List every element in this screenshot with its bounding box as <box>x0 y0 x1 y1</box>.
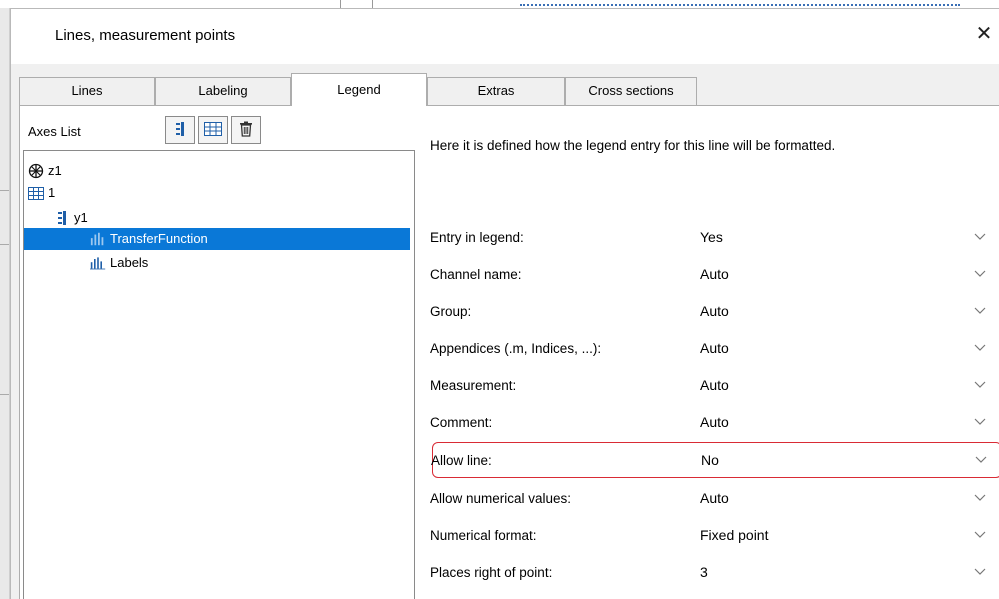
dropdown-value: Yes <box>700 229 723 245</box>
axes-tree[interactable]: z1 1 y1 TransferFunction Labels <box>23 150 415 599</box>
dropdown-value: Auto <box>700 490 729 506</box>
dropdown-value: Auto <box>700 266 729 282</box>
close-button[interactable]: ✕ <box>969 21 999 47</box>
dropdown-value: Fixed point <box>700 527 769 543</box>
dropdown-value: 3 <box>700 564 708 580</box>
property-row-comment: Comment: Auto <box>424 405 999 441</box>
tree-item-label: z1 <box>48 163 62 178</box>
chevron-down-icon <box>974 494 986 501</box>
legend-description: Here it is defined how the legend entry … <box>430 138 836 153</box>
tab-extras[interactable]: Extras <box>427 77 565 105</box>
dialog-title-bar[interactable]: Lines, measurement points ✕ <box>11 9 999 64</box>
property-row-appendices: Appendices (.m, Indices, ...): Auto <box>424 331 999 367</box>
lines-measurement-points-dialog: Lines, measurement points ✕ Lines Labeli… <box>10 8 999 599</box>
property-label: Channel name: <box>430 267 522 282</box>
bar-channel-icon <box>90 255 106 271</box>
property-row-entry-in-legend: Entry in legend: Yes <box>424 220 999 256</box>
chevron-down-icon <box>974 270 986 277</box>
property-label: Group: <box>430 304 472 319</box>
background-app-edge <box>0 8 10 599</box>
tree-item-label: Labels <box>110 255 149 270</box>
property-row-numerical-format: Numerical format: Fixed point <box>424 518 999 554</box>
chevron-down-icon <box>974 307 986 314</box>
tab-legend[interactable]: Legend <box>291 73 427 106</box>
trash-icon <box>239 121 253 140</box>
comment-dropdown[interactable]: Auto <box>694 407 994 437</box>
tree-item-label: y1 <box>74 210 88 225</box>
add-system-button[interactable] <box>198 116 228 144</box>
chevron-down-icon <box>974 381 986 388</box>
tree-item-transferfunction[interactable]: TransferFunction <box>24 228 410 250</box>
table-icon <box>204 121 222 139</box>
tree-item-labels[interactable]: Labels <box>90 252 409 274</box>
property-label: Allow line: <box>431 453 492 468</box>
channel-name-dropdown[interactable]: Auto <box>694 259 994 289</box>
property-row-measurement: Measurement: Auto <box>424 368 999 404</box>
tab-labeling[interactable]: Labeling <box>155 77 291 105</box>
chevron-down-icon <box>975 456 987 463</box>
dropdown-value: Auto <box>700 340 729 356</box>
property-row-allow-numerical-values: Allow numerical values: Auto <box>424 481 999 517</box>
property-label: Measurement: <box>430 378 517 393</box>
bar-channel-icon <box>90 231 106 247</box>
chevron-down-icon <box>974 344 986 351</box>
table-icon <box>28 185 44 201</box>
property-label: Entry in legend: <box>430 230 524 245</box>
group-dropdown[interactable]: Auto <box>694 296 994 326</box>
property-label: Comment: <box>430 415 493 430</box>
y-axis-icon <box>172 121 188 140</box>
tree-item-y1[interactable]: y1 <box>54 207 409 229</box>
axes-list-label: Axes List <box>28 124 81 139</box>
tree-item-z1[interactable]: z1 <box>28 160 413 182</box>
dialog-title: Lines, measurement points <box>55 27 236 44</box>
tree-item-system-1[interactable]: 1 <box>28 182 413 204</box>
property-label: Places right of point: <box>430 565 553 580</box>
delete-button[interactable] <box>231 116 261 144</box>
property-label: Appendices (.m, Indices, ...): <box>430 341 602 356</box>
tab-lines[interactable]: Lines <box>19 77 155 105</box>
tab-cross-sections[interactable]: Cross sections <box>565 77 697 105</box>
dialog-content: Lines Labeling Legend Extras Cross secti… <box>11 64 999 599</box>
chevron-down-icon <box>974 531 986 538</box>
dropdown-value: Auto <box>700 414 729 430</box>
entry-in-legend-dropdown[interactable]: Yes <box>694 222 994 252</box>
close-icon: ✕ <box>975 23 993 45</box>
property-label: Allow numerical values: <box>430 491 572 506</box>
property-label: Numerical format: <box>430 528 537 543</box>
chevron-down-icon <box>974 233 986 240</box>
measurement-dropdown[interactable]: Auto <box>694 370 994 400</box>
property-row-allow-line: Allow line: No <box>431 442 999 478</box>
property-row-group: Group: Auto <box>424 294 999 330</box>
allow-numerical-values-dropdown[interactable]: Auto <box>694 483 994 513</box>
chevron-down-icon <box>974 568 986 575</box>
y-axis-icon <box>54 210 70 226</box>
background-app-strip <box>0 0 999 8</box>
dropdown-value: Auto <box>700 377 729 393</box>
dropdown-value: No <box>701 452 719 468</box>
globe-axis-icon <box>28 163 44 179</box>
tree-item-label: 1 <box>48 185 56 200</box>
dropdown-value: Auto <box>700 303 729 319</box>
appendices-dropdown[interactable]: Auto <box>694 333 994 363</box>
property-row-places-right-of-point: Places right of point: 3 <box>424 555 999 591</box>
legend-tab-panel: Axes List z1 1 y1 TransferFunction Label… <box>19 105 999 599</box>
chevron-down-icon <box>974 418 986 425</box>
allow-line-dropdown[interactable]: No <box>695 445 995 475</box>
tree-item-label: TransferFunction <box>110 231 208 246</box>
add-y-axis-button[interactable] <box>165 116 195 144</box>
property-row-channel-name: Channel name: Auto <box>424 257 999 293</box>
numerical-format-dropdown[interactable]: Fixed point <box>694 520 994 550</box>
places-right-of-point-dropdown[interactable]: 3 <box>694 557 994 587</box>
